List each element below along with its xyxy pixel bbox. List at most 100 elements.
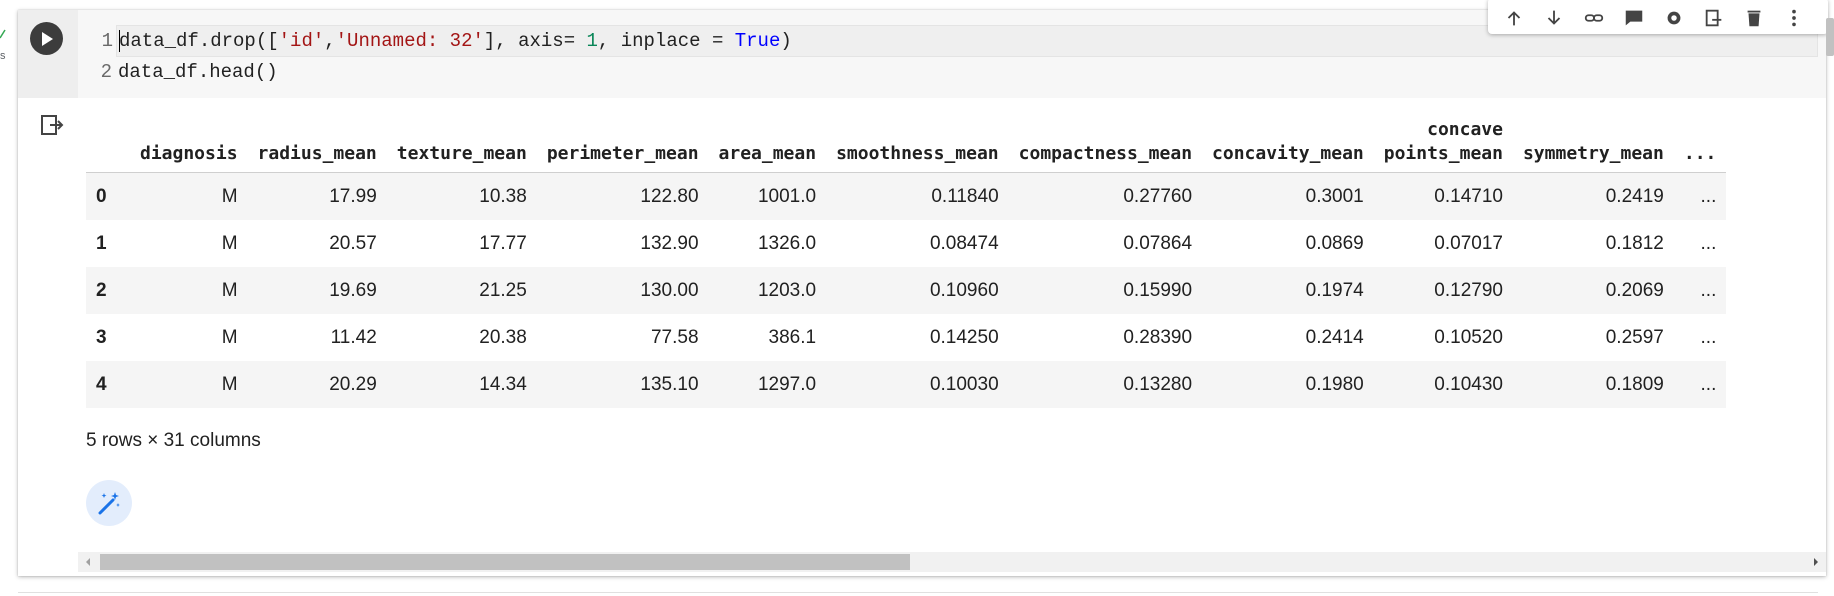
- table-cell: M: [130, 361, 248, 408]
- table-cell: 77.58: [650, 326, 699, 348]
- table-cell: 0.10030: [826, 361, 1009, 408]
- table-cell: M: [130, 267, 248, 314]
- code-token: , inplace =: [597, 30, 735, 52]
- table-cell: 0.1812: [1605, 232, 1664, 254]
- delete-icon[interactable]: [1736, 1, 1772, 31]
- table-cell: 135.10: [536, 361, 709, 408]
- notebook-cell[interactable]: 1 data_df.drop(['id','Unnamed: 32'], axis…: [18, 0, 1828, 576]
- table-cell: 1001.0: [708, 172, 827, 220]
- table-row: 2 M 19.69 21.25 130.00 1203.0 0.10960 0.15990 0.…: [86, 267, 1727, 314]
- line-number: 1: [101, 30, 113, 52]
- table-cell: 0.1974: [1202, 267, 1374, 314]
- table-cell: 0.08474: [929, 232, 999, 254]
- column-header: area_mean: [708, 114, 827, 173]
- table-summary: 5 rows × 31 columns: [86, 430, 261, 451]
- magic-wand-button[interactable]: [86, 480, 132, 526]
- table-cell: 0.27760: [1008, 172, 1203, 220]
- row-index: 1: [96, 232, 107, 254]
- table-cell: 0.10520: [1434, 326, 1503, 348]
- column-header: ...: [1673, 114, 1727, 173]
- mirror-cell-icon[interactable]: [1696, 1, 1732, 31]
- table-cell: ...: [1673, 361, 1727, 408]
- edge-text: s: [0, 50, 6, 62]
- table-cell: 0.15990: [1008, 267, 1203, 314]
- link-icon[interactable]: [1576, 1, 1612, 31]
- magic-wand-icon: [98, 492, 120, 515]
- divider: [18, 592, 1818, 593]
- code-token: True: [734, 30, 781, 52]
- table-cell: ...: [1673, 267, 1727, 314]
- table-cell: 1326.0: [757, 232, 817, 254]
- table-cell: 0.3001: [1202, 172, 1374, 220]
- cell-gutter: [18, 10, 78, 98]
- line-number: 2: [100, 61, 112, 83]
- scroll-right-arrow[interactable]: [1806, 552, 1826, 572]
- table-cell: 0.07017: [1434, 232, 1503, 254]
- code-token: data_df.drop([: [119, 30, 279, 52]
- column-header: symmetry_mean: [1512, 114, 1674, 173]
- table-cell: 0.11840: [826, 172, 1009, 220]
- table-cell: 0.2419: [1512, 172, 1674, 220]
- table-cell: M: [221, 326, 238, 348]
- code-token: 1: [586, 30, 598, 52]
- column-header: radius_mean: [247, 114, 387, 173]
- table-cell: 0.10960: [826, 267, 1009, 314]
- table-cell: 1297.0: [708, 361, 827, 408]
- code-line[interactable]: 2 data_df.head(): [82, 57, 1822, 87]
- vertical-scrollbar-thumb[interactable]: [1826, 18, 1834, 56]
- table-cell: 0.07864: [1123, 232, 1193, 254]
- gear-icon[interactable]: [1656, 1, 1692, 31]
- table-cell: 20.57: [329, 232, 377, 254]
- table-row: 1 M 20.57 17.77 132.90 1326.0 0.08474 0.07864 0.…: [86, 220, 1726, 267]
- table-cell: ...: [1700, 232, 1717, 254]
- comment-icon[interactable]: [1616, 1, 1652, 31]
- run-cell-button[interactable]: [30, 22, 63, 55]
- table-cell: 0.2597: [1605, 326, 1664, 348]
- column-header: smoothness_mean: [826, 114, 1009, 173]
- column-header: compactness_mean: [1008, 114, 1203, 173]
- more-vert-icon[interactable]: [1776, 1, 1812, 31]
- row-index: 0: [86, 172, 130, 220]
- table-cell: 0.1980: [1202, 361, 1374, 408]
- code-token: ): [780, 30, 792, 52]
- table-cell: 0.12790: [1373, 267, 1513, 314]
- code-editor[interactable]: 1 data_df.drop(['id','Unnamed: 32'], axis…: [82, 25, 1822, 87]
- table-cell: 1203.0: [708, 267, 827, 314]
- table-cell: 0.1809: [1512, 361, 1674, 408]
- scroll-left-arrow[interactable]: [78, 552, 98, 572]
- row-index: 4: [86, 361, 130, 408]
- table-cell: 0.10430: [1373, 361, 1513, 408]
- column-header: concave points_mean: [1373, 114, 1513, 173]
- table-cell: 11.42: [330, 326, 377, 348]
- output-actions-icon[interactable]: [38, 112, 66, 140]
- arrow-down-icon[interactable]: [1536, 1, 1572, 31]
- table-cell: 0.14250: [929, 326, 999, 348]
- horizontal-scrollbar[interactable]: [78, 552, 1826, 572]
- row-index: 3: [96, 326, 107, 348]
- scrollbar-thumb[interactable]: [100, 554, 910, 570]
- table-cell: 130.00: [536, 267, 709, 314]
- table-cell: ...: [1700, 326, 1717, 348]
- table-cell: M: [130, 172, 248, 220]
- table-row: 4 M 20.29 14.34 135.10 1297.0 0.10030 0.13280 0.…: [86, 361, 1727, 408]
- dataframe-output: diagnosis radius_mean texture_mean perimete…: [86, 114, 1826, 408]
- code-token: 'id': [278, 30, 325, 52]
- column-header: diagnosis: [130, 114, 248, 173]
- table-row: 3 M 11.42 20.38 77.58 386.1 0.14250 0.28390 0.24…: [86, 314, 1726, 361]
- table-cell: 0.28390: [1123, 326, 1193, 348]
- table-cell: ...: [1673, 172, 1727, 220]
- table-cell: 20.38: [479, 326, 527, 348]
- code-token: 'Unnamed: 32': [335, 30, 484, 52]
- code-token: ,: [324, 30, 336, 52]
- table-cell: 132.90: [640, 232, 699, 254]
- table-cell: 17.77: [479, 232, 527, 254]
- dataframe-table: diagnosis radius_mean texture_mean perimete…: [86, 114, 1727, 408]
- table-cell: 0.0869: [1305, 232, 1364, 254]
- table-cell: 122.80: [536, 172, 709, 220]
- table-cell: 19.69: [247, 267, 387, 314]
- arrow-up-icon[interactable]: [1496, 1, 1532, 31]
- table-cell: 386.1: [768, 326, 817, 348]
- edge-check-icon: [0, 28, 12, 42]
- table-cell: 0.14710: [1373, 172, 1513, 220]
- index-header: [86, 114, 130, 173]
